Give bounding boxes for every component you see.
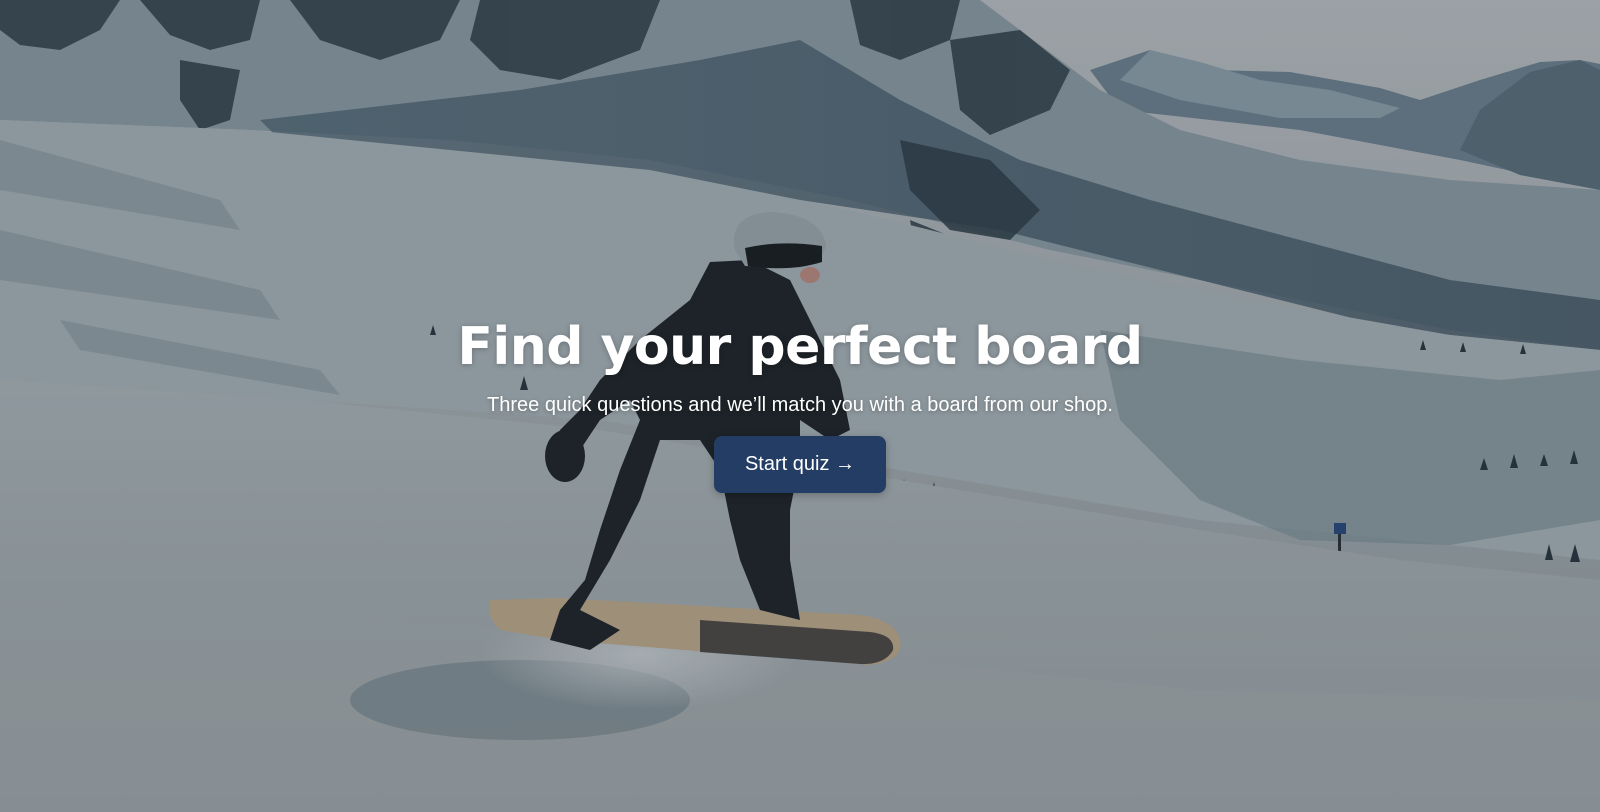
hero-section: Find your perfect board Three quick ques… bbox=[0, 0, 1600, 812]
hero-subtitle: Three quick questions and we’ll match yo… bbox=[487, 394, 1113, 416]
start-quiz-button[interactable]: Start quiz → bbox=[714, 436, 886, 493]
hero-title: Find your perfect board bbox=[457, 317, 1143, 377]
hero-content: Find your perfect board Three quick ques… bbox=[0, 314, 1600, 493]
